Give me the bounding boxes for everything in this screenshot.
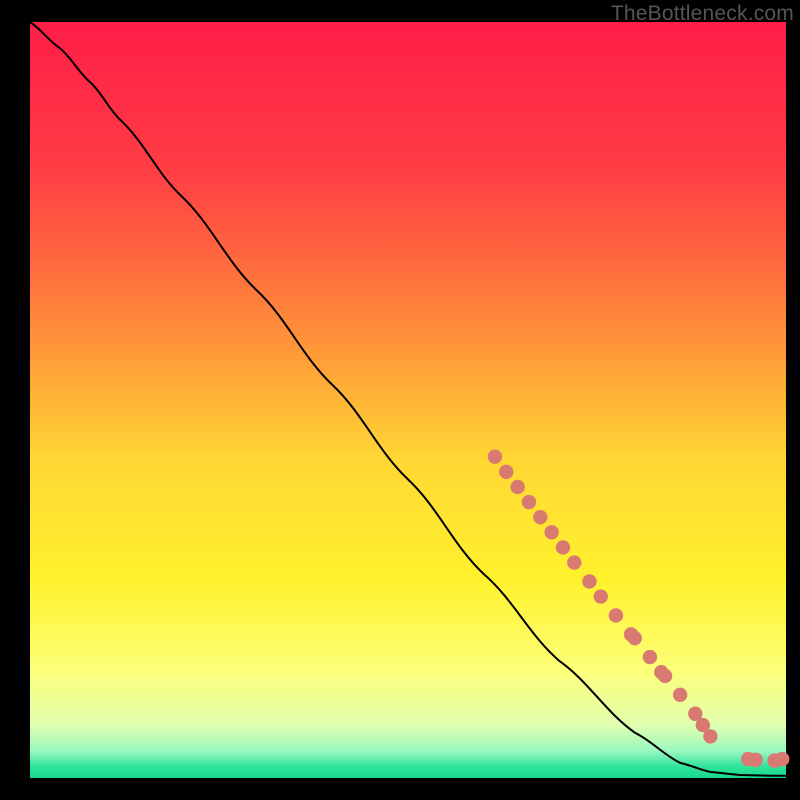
- data-marker: [658, 669, 672, 683]
- data-marker: [488, 450, 502, 464]
- data-marker: [628, 631, 642, 645]
- data-marker: [499, 465, 513, 479]
- data-marker: [582, 574, 596, 588]
- data-marker: [510, 480, 524, 494]
- data-marker: [609, 608, 623, 622]
- bottleneck-chart: [0, 0, 800, 800]
- data-marker: [522, 495, 536, 509]
- watermark-text: TheBottleneck.com: [611, 2, 794, 26]
- data-marker: [673, 688, 687, 702]
- data-marker: [643, 650, 657, 664]
- data-marker: [567, 555, 581, 569]
- data-marker: [556, 540, 570, 554]
- plot-background: [30, 22, 786, 778]
- data-marker: [533, 510, 547, 524]
- data-marker: [749, 753, 763, 767]
- data-marker: [703, 729, 717, 743]
- data-marker: [775, 752, 789, 766]
- data-marker: [544, 525, 558, 539]
- data-marker: [594, 589, 608, 603]
